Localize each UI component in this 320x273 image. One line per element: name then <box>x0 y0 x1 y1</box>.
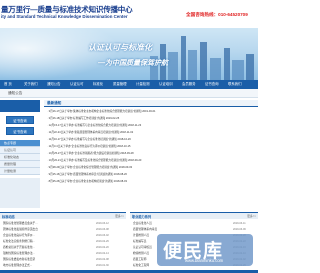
hero-banner: 认证认可与标准化 —为中国质量保驾护航 <box>0 28 258 80</box>
sidebar-item-hot[interactable]: 热点专题 <box>0 140 40 147</box>
banner-glow <box>0 28 120 80</box>
breadcrumb-bar: 通知公告 <box>0 89 258 98</box>
news-header: 最新通知 <box>44 100 258 107</box>
banner-slogan-main: 认证认可与标准化 <box>88 43 152 52</box>
nav-item-standards[interactable]: 标准化 <box>93 80 103 89</box>
sidebar-item-quality[interactable]: 质量管理 <box>0 161 40 168</box>
nav-item-contact[interactable]: 联系我们 <box>228 80 242 89</box>
hotline-text: 全国咨询热线：010-64520709 <box>186 12 248 17</box>
news-item[interactable]: 3月16-18日关于举办“标准编写工作培训班”的通知 2019-02-25 <box>47 116 187 122</box>
news-item[interactable]: 3月16-17日关于举办“集体标准化主办机构企业标准化综合管理能力培训班”的通知… <box>47 109 187 115</box>
watermark-url: www.bianminku.com <box>185 258 224 263</box>
news-item[interactable]: 11月3-4日关于举办“企业标准化良好行为评价培训班”的通知 2018-10-1… <box>47 144 187 150</box>
nav-item-about[interactable]: 关于我们 <box>24 80 38 89</box>
site-header: 量万里行—质量与标准技术知识传播中心 ity and Standard Tech… <box>0 0 258 28</box>
banner-building <box>188 50 197 80</box>
news-item[interactable]: 11月22-24日关于举办“新版质量管理体系内审员培训班”的通知 2018-11… <box>47 130 187 136</box>
cert-query-button[interactable]: 证书查询 <box>6 116 34 124</box>
news-item[interactable]: 10月25-27日关于举办“企业标准领跑者”能力建设培训班的通知 2018-09… <box>47 151 187 157</box>
more-link[interactable]: 更多>> <box>115 214 124 218</box>
banner-building <box>246 54 254 80</box>
banner-building <box>232 60 244 80</box>
nav-item-cert-query[interactable]: 证书查询 <box>205 80 219 89</box>
list-item-date: 2019-01-30 <box>96 264 109 267</box>
main-content: 最新通知 3月16-17日关于举办“集体标准化主办机构企业标准化综合管理能力培训… <box>44 100 258 210</box>
more-link[interactable]: 更多>> <box>247 214 256 218</box>
nav-item-notices[interactable]: 通知公告 <box>47 80 61 89</box>
main-nav: 首 页 关于我们 通知公告 认证认可 标准化 质量管理 计量检测 认证培训 会员… <box>0 80 258 89</box>
banner-tower <box>181 36 186 80</box>
banner-building <box>224 48 230 80</box>
list-header-career: 职业能力系列 更多>> <box>130 212 258 219</box>
banner-building <box>200 42 207 80</box>
sidebar-item-certification[interactable]: 认证认可 <box>0 147 40 154</box>
left-sidebar: 证书查询 证书查询 热点专题 认证认可 标准化动态 质量管理 计量检测 <box>0 100 40 210</box>
nav-item-metrology[interactable]: 计量检测 <box>136 80 150 89</box>
watermark: 便民库 www.bianminku.com <box>157 234 253 266</box>
list-title: 标准动态 <box>2 215 15 219</box>
news-item[interactable]: 9月15-16日关于举办“质量管理体系内审员”培训班的通知 2018-08-20 <box>47 172 187 178</box>
news-title: 最新通知 <box>47 101 62 105</box>
news-item[interactable]: 11月16-17日关于举办“标准编写与企业标准化培训班”的通知 2018-10-… <box>47 137 187 143</box>
list-item[interactable]: 地方标准管理办法正式... <box>3 263 93 269</box>
news-item[interactable]: 9月28-29日关于举办“企业标准化综合管理能力培训班”的通知 2018-09-… <box>47 165 187 171</box>
cert-query-button-2[interactable]: 证书查询 <box>6 127 34 135</box>
sidebar-item-standards[interactable]: 标准化动态 <box>0 154 40 161</box>
nav-item-members[interactable]: 会员服务 <box>182 80 196 89</box>
nav-item-quality[interactable]: 质量管理 <box>113 80 127 89</box>
breadcrumb: 通知公告 <box>8 91 23 95</box>
banner-building <box>210 58 221 80</box>
nav-item-certification[interactable]: 认证认可 <box>70 80 84 89</box>
news-item[interactable]: 12月15-17日关于举办“标准编写与企业标准化综合能力培训班”的通知 2018… <box>47 123 187 129</box>
news-item[interactable]: 10月20-21日关于举办“标准编写及标准化综合管理能力培训班”的通知 2018… <box>47 158 187 164</box>
site-logo-subtitle: ity and Standard Technical Knowledge Dis… <box>1 14 128 19</box>
list-header-standards: 标准动态 更多>> <box>0 212 126 219</box>
banner-slogan-sub: —为中国质量保驾护航 <box>98 60 168 67</box>
banner-building <box>168 52 178 80</box>
news-item[interactable]: 8月25-26日关于举办“企业标准化主办机构培训班”的通知 2018-08-03 <box>47 179 187 185</box>
sidebar-header <box>0 100 40 112</box>
list-title: 职业能力系列 <box>132 215 152 219</box>
sidebar-ad-box <box>0 178 40 208</box>
nav-item-home[interactable]: 首 页 <box>4 80 12 89</box>
sidebar-item-metrology[interactable]: 计量检测 <box>0 168 40 175</box>
nav-item-training[interactable]: 认证培训 <box>159 80 173 89</box>
